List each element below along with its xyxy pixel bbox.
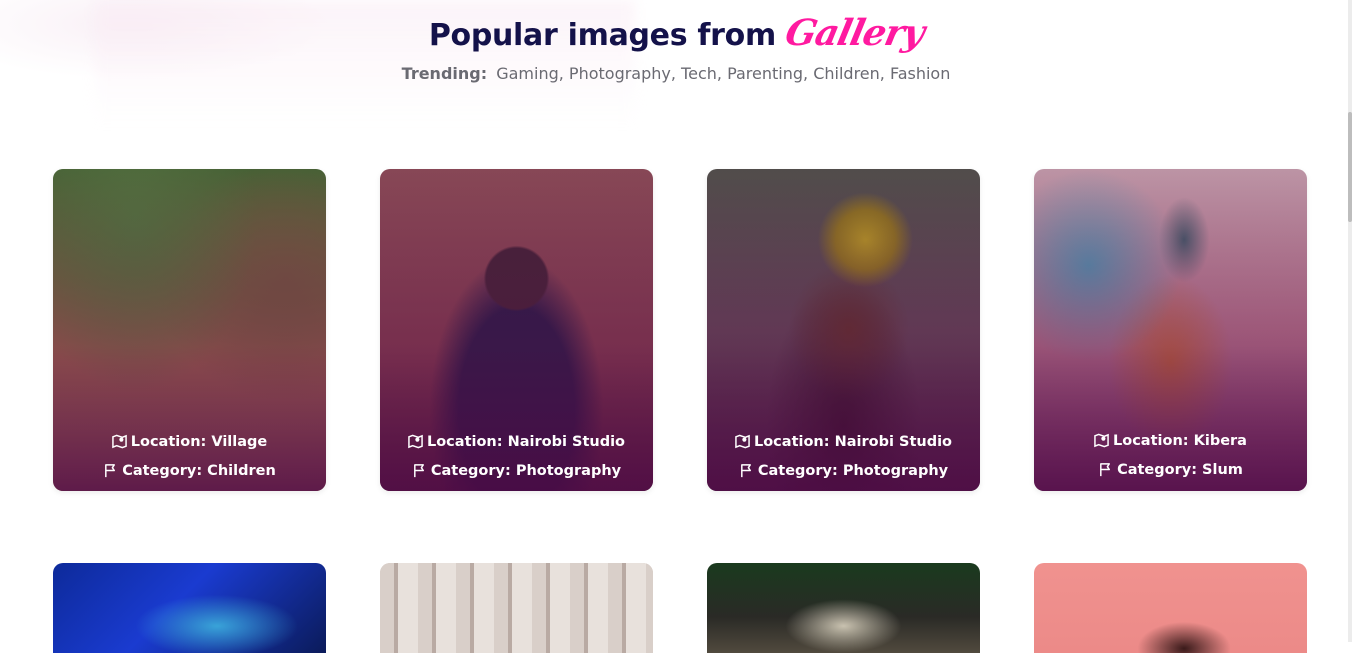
scrollbar-track[interactable] xyxy=(1348,0,1352,642)
map-icon xyxy=(1094,433,1109,448)
location-row: Location: Village xyxy=(53,427,326,456)
card-meta: Location: Kibera Category: Slum xyxy=(1034,426,1307,484)
trending-tag[interactable]: Tech xyxy=(681,64,717,83)
card-location: Location: Village xyxy=(130,433,268,450)
category-row: Category: Slum xyxy=(1034,455,1307,484)
gallery-card[interactable]: Location: Nairobi Studio Category: Photo… xyxy=(707,169,980,491)
flag-icon xyxy=(105,464,116,478)
map-icon xyxy=(735,434,750,449)
trending-tag[interactable]: Photography xyxy=(569,64,671,83)
gallery-card[interactable] xyxy=(53,563,326,653)
gallery-card[interactable] xyxy=(380,563,653,653)
trending-line: Trending: Gaming, Photography, Tech, Par… xyxy=(0,64,1352,83)
gallery-card[interactable] xyxy=(1034,563,1307,653)
card-location: Location: Nairobi Studio xyxy=(753,433,953,450)
category-row: Category: Children xyxy=(53,456,326,485)
card-category: Category: Children xyxy=(122,462,276,479)
section-header: Popular images from Gallery Trending: Ga… xyxy=(0,12,1352,83)
card-meta: Location: Nairobi Studio Category: Photo… xyxy=(707,427,980,485)
location-row: Location: Kibera xyxy=(1034,426,1307,455)
title-text: Popular images from xyxy=(428,18,776,53)
card-meta: Location: Village Category: Children xyxy=(53,427,326,485)
trending-tag[interactable]: Parenting xyxy=(727,64,803,83)
card-category: Category: Slum xyxy=(1117,461,1243,478)
trending-label: Trending: xyxy=(401,64,488,83)
section-title: Popular images from Gallery xyxy=(428,12,928,54)
map-icon xyxy=(408,434,423,449)
gallery-card[interactable]: Location: Kibera Category: Slum xyxy=(1034,169,1307,491)
scrollbar-thumb[interactable] xyxy=(1348,112,1352,222)
trending-tags: Gaming, Photography, Tech, Parenting, Ch… xyxy=(496,64,951,83)
gallery-card[interactable] xyxy=(707,563,980,653)
card-photo xyxy=(1034,563,1307,653)
category-row: Category: Photography xyxy=(380,456,653,485)
card-meta: Location: Nairobi Studio Category: Photo… xyxy=(380,427,653,485)
card-photo xyxy=(380,563,653,653)
flag-icon xyxy=(1100,463,1111,477)
card-photo xyxy=(707,563,980,653)
category-row: Category: Photography xyxy=(707,456,980,485)
trending-tag[interactable]: Fashion xyxy=(890,64,950,83)
card-location: Location: Kibera xyxy=(1113,432,1247,449)
gallery-card[interactable]: Location: Village Category: Children xyxy=(53,169,326,491)
flag-icon xyxy=(740,464,751,478)
location-row: Location: Nairobi Studio xyxy=(380,427,653,456)
trending-tag[interactable]: Gaming xyxy=(496,64,559,83)
card-category: Category: Photography xyxy=(757,462,949,479)
card-location: Location: Nairobi Studio xyxy=(426,433,626,450)
title-brand: Gallery xyxy=(781,12,928,54)
flag-icon xyxy=(413,464,424,478)
card-photo xyxy=(53,563,326,653)
gallery-card[interactable]: Location: Nairobi Studio Category: Photo… xyxy=(380,169,653,491)
map-icon xyxy=(111,434,127,449)
card-category: Category: Photography xyxy=(430,462,622,479)
trending-tag[interactable]: Children xyxy=(813,64,880,83)
location-row: Location: Nairobi Studio xyxy=(707,427,980,456)
